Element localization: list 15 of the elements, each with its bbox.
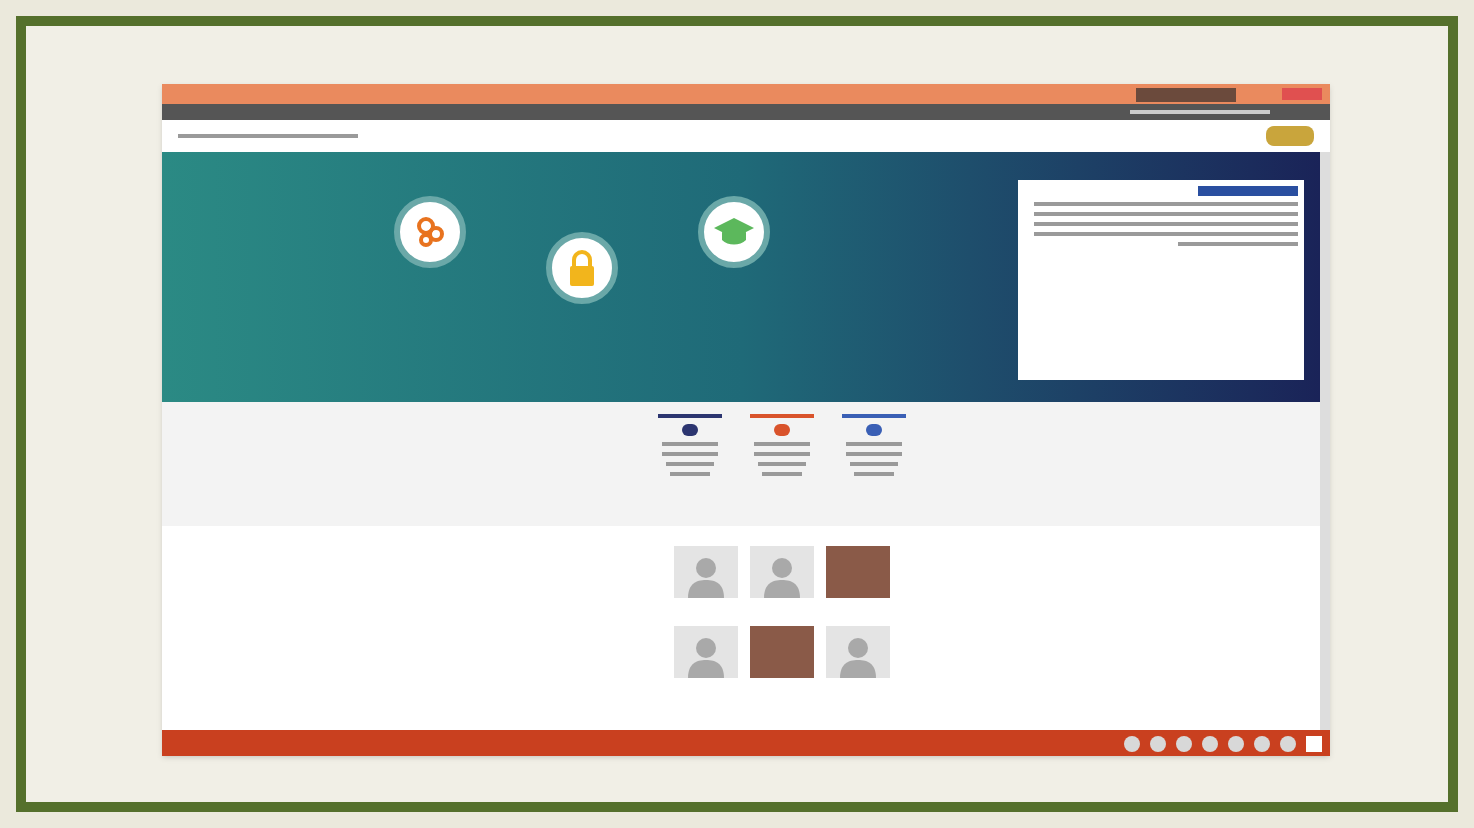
scrollbar[interactable] (1320, 152, 1330, 730)
gears-icon (414, 216, 446, 248)
windows-start-icon[interactable] (1306, 735, 1322, 751)
avatar-silhouette (673, 626, 737, 678)
graduation-cap-icon (714, 218, 754, 246)
lock-icon (566, 250, 598, 286)
avatar-silhouette (749, 546, 813, 598)
avatar-silhouette (673, 546, 737, 598)
photo-placeholder (825, 546, 889, 598)
panel-header (1198, 186, 1298, 196)
browser-tab[interactable] (1136, 87, 1236, 101)
photo-placeholder (749, 626, 813, 678)
site-logo[interactable] (1266, 126, 1314, 146)
address-bar[interactable] (162, 104, 1330, 120)
avatar-silhouette (825, 626, 889, 678)
